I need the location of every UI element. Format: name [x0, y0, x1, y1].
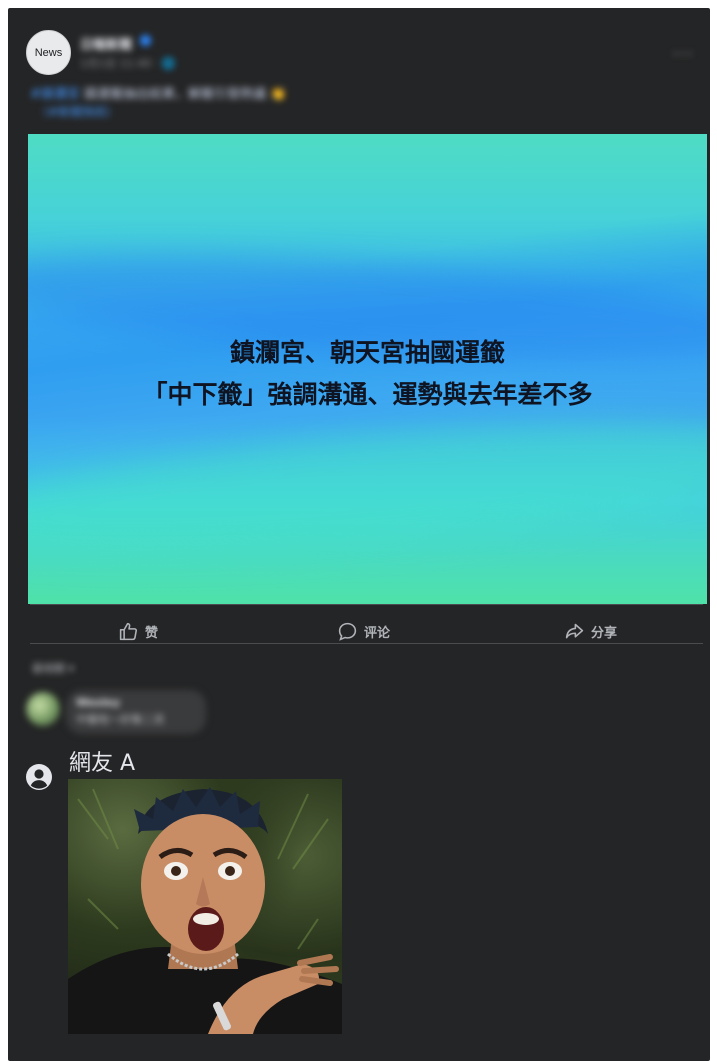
like-button[interactable]: 赞 [118, 617, 158, 645]
background-wave [28, 396, 707, 582]
image-headline: 鎮瀾宮、朝天宮抽國運籤 「中下籤」強調溝通、運勢與去年差不多 [28, 332, 707, 416]
comment-text: 中籤啦～好像二流 [76, 713, 164, 726]
page-name[interactable]: 日報新聞 [80, 34, 132, 53]
more-options-icon[interactable]: ··· [672, 42, 694, 66]
post-timestamp[interactable]: 1月1日 11:40 · 🌐 [80, 55, 175, 71]
comment-label: 评论 [364, 625, 391, 641]
reaction-meme-image[interactable] [68, 779, 342, 1034]
comment-sort-dropdown[interactable]: 最相關 ▾ [32, 660, 74, 676]
comment-bubble: Wesley 中籤啦～好像二流 [66, 690, 206, 734]
meme-illustration [68, 787, 342, 1034]
caption-hashtag-link[interactable]: #鎮瀾宮 [30, 87, 80, 102]
headline-line-2: 「中下籤」強調溝通、運勢與去年差不多 [142, 380, 593, 409]
commenter-name[interactable]: Wesley [76, 696, 196, 709]
comment-bubble-icon [338, 622, 357, 641]
post-card: News 日報新聞 1月1日 11:40 · 🌐 ··· #鎮瀾宮 國運籤抽出結… [8, 8, 710, 1061]
like-label: 赞 [145, 625, 159, 641]
comment-button[interactable]: 评论 [337, 617, 390, 645]
post-image[interactable]: 鎮瀾宮、朝天宮抽國運籤 「中下籤」強調溝通、運勢與去年差不多 [28, 134, 707, 604]
verified-badge-icon [140, 35, 151, 46]
caption-hashtag-line[interactable]: （#新聞快訊） [36, 103, 118, 120]
user-avatar-icon[interactable] [26, 764, 52, 790]
thumbs-up-icon [119, 622, 138, 640]
netizen-name[interactable]: 網友 A [69, 745, 135, 777]
share-arrow-icon [565, 623, 584, 638]
divider [30, 604, 703, 605]
headline-line-1: 鎮瀾宮、朝天宮抽國運籤 [229, 338, 505, 367]
divider [30, 643, 703, 644]
commenter-avatar[interactable] [26, 692, 60, 726]
share-label: 分享 [591, 625, 618, 641]
share-button[interactable]: 分享 [564, 617, 617, 645]
caption-text: 國運籤抽出結果，解籤引發熱議 👏 [84, 87, 287, 102]
post-caption: #鎮瀾宮 國運籤抽出結果，解籤引發熱議 👏 [30, 83, 286, 102]
page-avatar[interactable]: News [26, 30, 71, 75]
